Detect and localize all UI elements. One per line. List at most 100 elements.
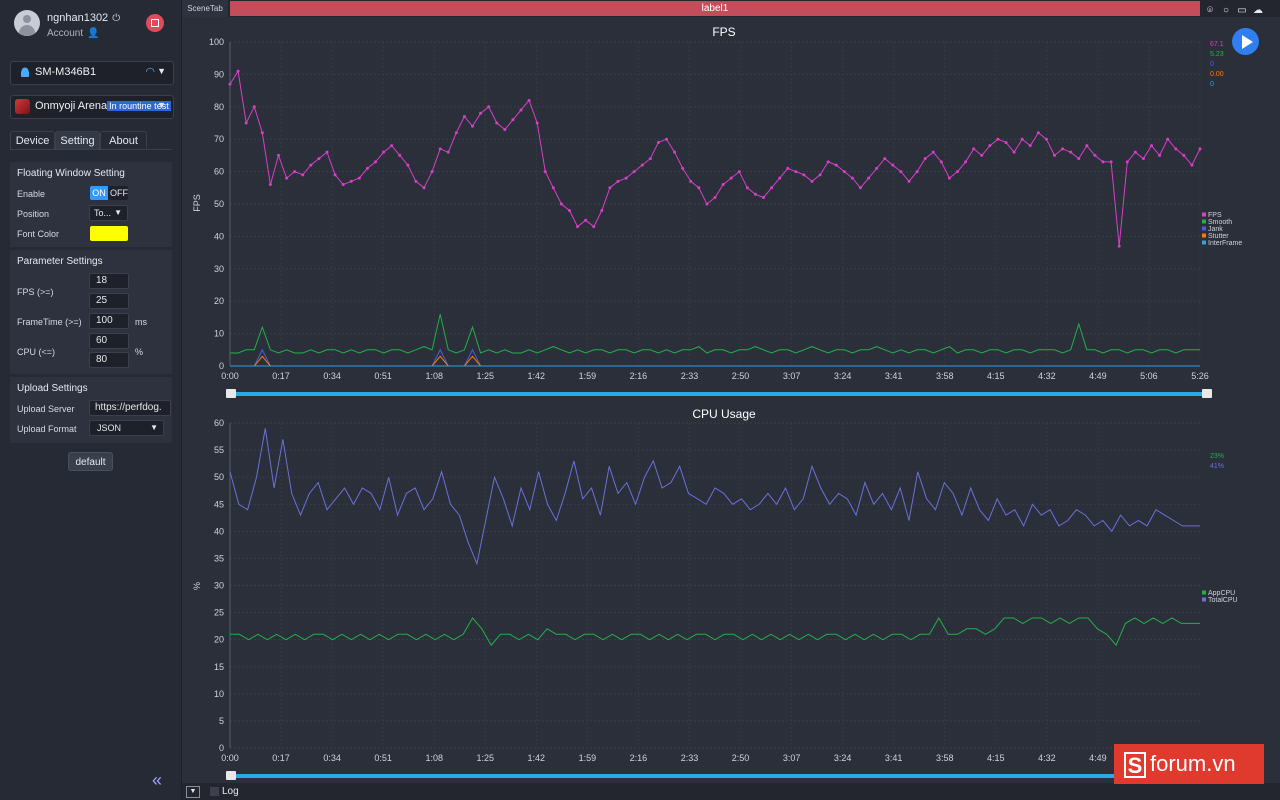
fps-y-tick-label: 100 — [209, 37, 224, 47]
location-pin-icon[interactable]: ⌾ — [1202, 5, 1218, 16]
fps-current-value: 0.00 — [1210, 71, 1224, 78]
fps-point — [1069, 150, 1073, 154]
upload-format-select[interactable]: JSON ▼ — [89, 420, 164, 436]
fps-scroll-handle-right[interactable] — [1202, 389, 1212, 398]
android-icon — [21, 67, 29, 77]
watermark-letter: S — [1124, 752, 1146, 779]
fps-point — [1085, 144, 1089, 148]
fps-point — [931, 150, 935, 154]
cpu-y-tick-label: 55 — [214, 445, 224, 455]
fps-point — [390, 144, 394, 148]
fps-scroll-handle-left[interactable] — [226, 389, 236, 398]
fps-x-tick-label: 1:42 — [528, 371, 546, 381]
fps-point — [325, 150, 329, 154]
fps-point — [1093, 153, 1097, 157]
tab-device[interactable]: Device — [10, 131, 55, 150]
device-select[interactable]: SM-M346B1 ◠ ▼ — [10, 61, 174, 85]
enable-label: Enable — [17, 189, 46, 199]
cpu-max-input[interactable]: 80 — [89, 352, 129, 368]
app-select[interactable]: Onmyoji Arena In rountine test ▼ — [10, 95, 174, 119]
fps-point — [1044, 137, 1048, 141]
frametime-input[interactable]: 100 — [89, 313, 129, 329]
cpu-x-tick-label: 0:51 — [374, 753, 392, 763]
watermark-text: forum.vn — [1150, 751, 1236, 776]
fps-point — [923, 157, 927, 161]
tab-setting[interactable]: Setting — [55, 131, 100, 150]
cpu-y-tick-label: 20 — [214, 635, 224, 645]
fps-y-tick-label: 50 — [214, 199, 224, 209]
record-stop-icon[interactable] — [146, 14, 164, 32]
fps-point — [527, 98, 531, 102]
play-icon[interactable] — [1232, 28, 1259, 55]
cpu-scroll-handle-left[interactable] — [226, 771, 236, 780]
cpu-x-tick-label: 1:59 — [579, 753, 597, 763]
default-button[interactable]: default — [68, 452, 113, 471]
fps-point — [1101, 160, 1105, 164]
fps-point — [317, 157, 321, 161]
fps-point — [875, 166, 879, 170]
fps-y-tick-label: 60 — [214, 167, 224, 177]
font-color-label: Font Color — [17, 229, 60, 239]
username: ngnhan1302 — [47, 12, 109, 24]
user-settings-icon[interactable]: 👤 — [87, 28, 99, 39]
position-select[interactable]: To... ▼ — [89, 205, 128, 221]
log-checkbox[interactable] — [210, 787, 219, 796]
fps-legend-swatch — [1202, 212, 1206, 217]
fps-point — [495, 121, 499, 125]
cloud-icon[interactable]: ☁ — [1250, 5, 1266, 16]
upload-server-input[interactable]: https://perfdog. — [89, 400, 171, 416]
enable-toggle[interactable]: ON OFF — [90, 186, 128, 200]
fps-point — [576, 225, 580, 229]
fps-point — [689, 179, 693, 183]
cpu-x-tick-label: 1:25 — [476, 753, 494, 763]
collapse-double-chevron-icon[interactable]: « — [152, 770, 162, 791]
chevron-down-icon: ▼ — [157, 66, 166, 76]
cpu-x-tick-label: 4:49 — [1089, 753, 1107, 763]
fps-point — [568, 208, 571, 212]
chevron-down-icon[interactable]: ▼ — [186, 786, 200, 798]
font-color-swatch[interactable] — [90, 226, 128, 241]
scene-tab-label[interactable]: SceneTab — [182, 0, 228, 17]
fps-point — [616, 179, 620, 183]
fps-point — [365, 166, 369, 170]
marker-icon[interactable]: ○ — [1218, 5, 1234, 16]
fps-x-tick-label: 3:41 — [885, 371, 903, 381]
tab-about[interactable]: About — [100, 131, 147, 150]
fps-point — [1077, 157, 1081, 161]
cpu-time-scrollbar[interactable] — [230, 774, 1208, 778]
fps-point — [374, 160, 377, 164]
power-icon[interactable]: ⏻ — [112, 13, 120, 24]
fps-point — [244, 121, 248, 125]
fps-point — [770, 186, 774, 190]
fps-point — [1182, 153, 1186, 157]
frametime-unit: ms — [135, 317, 147, 327]
fps-legend-label: InterFrame — [1208, 240, 1242, 247]
toggle-off: OFF — [110, 188, 128, 198]
fps-time-scrollbar[interactable] — [230, 392, 1208, 396]
fps-legend-swatch — [1202, 226, 1206, 231]
folder-icon[interactable]: ▭ — [1234, 5, 1250, 16]
avatar[interactable] — [14, 10, 40, 36]
fps-x-tick-label: 4:15 — [987, 371, 1005, 381]
scene-label[interactable]: label1 — [230, 1, 1200, 16]
fps-point — [559, 202, 563, 206]
wifi-icon: ◠ — [145, 66, 155, 78]
parameter-title: Parameter Settings — [17, 256, 103, 267]
fps-max-input[interactable]: 25 — [89, 293, 129, 309]
sidebar: ngnhan1302 ⏻ Account 👤 SM-M346B1 ◠ ▼ Onmyo… — [0, 0, 182, 800]
top-toolbar: ⌾ ○ ▭ ☁ — [1202, 2, 1274, 16]
fps-point — [980, 153, 984, 157]
fps-point — [1117, 244, 1121, 248]
cpu-y-tick-label: 50 — [214, 472, 224, 482]
fps-point — [519, 108, 523, 112]
fps-point — [899, 170, 903, 174]
fps-point — [818, 173, 822, 177]
cpu-min-input[interactable]: 60 — [89, 333, 129, 349]
fps-series-stutter — [230, 355, 1200, 367]
account-label[interactable]: Account — [47, 28, 83, 39]
fps-point — [479, 111, 483, 115]
fps-min-input[interactable]: 18 — [89, 273, 129, 289]
cpu-current-value: 23% — [1210, 453, 1224, 460]
cpu-x-tick-label: 1:42 — [528, 753, 546, 763]
fps-current-value: 5.23 — [1210, 51, 1224, 58]
